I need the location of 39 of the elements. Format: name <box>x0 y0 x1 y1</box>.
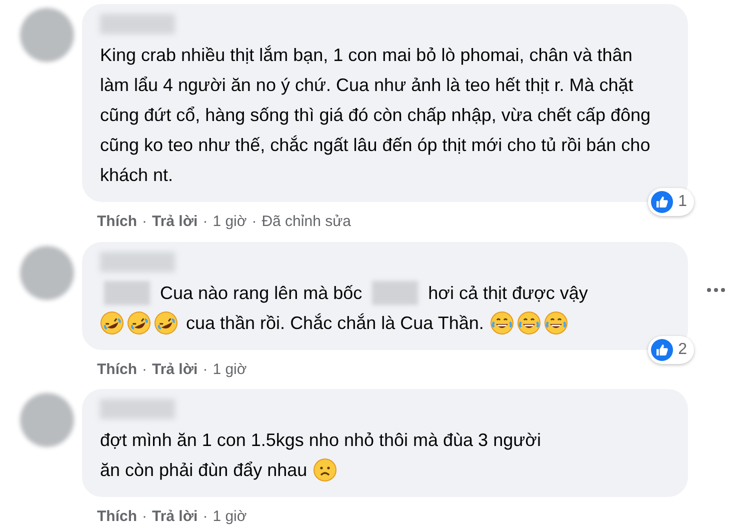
avatar-placeholder <box>20 8 74 62</box>
blurred-mention <box>104 280 150 304</box>
rolling-laughing-emoji-icon <box>154 310 178 334</box>
action-link[interactable]: Thích <box>97 211 137 234</box>
rolling-laughing-emoji-icon <box>100 310 124 334</box>
laughing-tears-emoji-icon <box>490 310 514 334</box>
separator-dot: · <box>202 212 208 232</box>
action-link[interactable]: Thích <box>97 506 137 528</box>
comment-meta: Đã chỉnh sửa <box>262 212 351 232</box>
laughing-tears-emoji-icon <box>544 310 568 334</box>
avatar-placeholder <box>20 393 74 447</box>
rolling-laughing-emoji-icon <box>127 310 151 334</box>
blurred-mention <box>372 280 418 304</box>
comment-meta: 1 giờ <box>212 212 247 232</box>
avatar-placeholder <box>20 246 74 300</box>
reaction-count[interactable]: 1 <box>648 188 694 216</box>
comment-text: hơi cả thịt được vậy <box>428 282 588 305</box>
action-link[interactable]: Trả lời <box>152 211 198 234</box>
separator-dot: · <box>142 507 147 527</box>
frowning-emoji-icon <box>313 458 338 482</box>
like-icon <box>651 338 674 360</box>
action-link[interactable]: Trả lời <box>152 506 198 528</box>
like-icon <box>651 191 674 213</box>
separator-dot: · <box>142 360 147 380</box>
comment-meta: 1 giờ <box>212 507 247 527</box>
comment-text: King crab nhiều thịt lắm bạn, 1 con mai bỏ lò phomai, chân và thân làm lẩu 4 người ăn no ý chứ. Cua như ảnh là teo hết thịt r. Mà chặt cũng đứt cổ, hàng sống thì giá đó còn chấp nhập, vừa chết cấp đông cũng ko teo như thế, chắc ngất lâu đến óp thịt mới cho tủ rồi bán cho khách nt. <box>100 45 650 185</box>
action-link[interactable]: Trả lời <box>152 358 198 381</box>
comment-text: đợt mình ăn 1 con 1.5kgs nho nhỏ thôi mà đùa 3 người <box>100 429 541 452</box>
separator-dot: · <box>142 212 147 232</box>
separator-dot: · <box>252 212 257 232</box>
reaction-count[interactable]: 2 <box>648 336 694 364</box>
comment-meta: 1 giờ <box>212 360 247 380</box>
comment-text: cua thần rồi. Chắc chắn là Cua Thần. <box>186 312 484 334</box>
comment-text: Cua nào rang lên mà bốc <box>160 282 362 305</box>
comment-text: ăn còn phải đùn đẩy nhau <box>100 459 308 482</box>
separator-dot: · <box>202 360 208 380</box>
laughing-tears-emoji-icon <box>516 310 541 334</box>
action-link[interactable]: Thích <box>97 358 137 381</box>
separator-dot: · <box>202 507 208 527</box>
